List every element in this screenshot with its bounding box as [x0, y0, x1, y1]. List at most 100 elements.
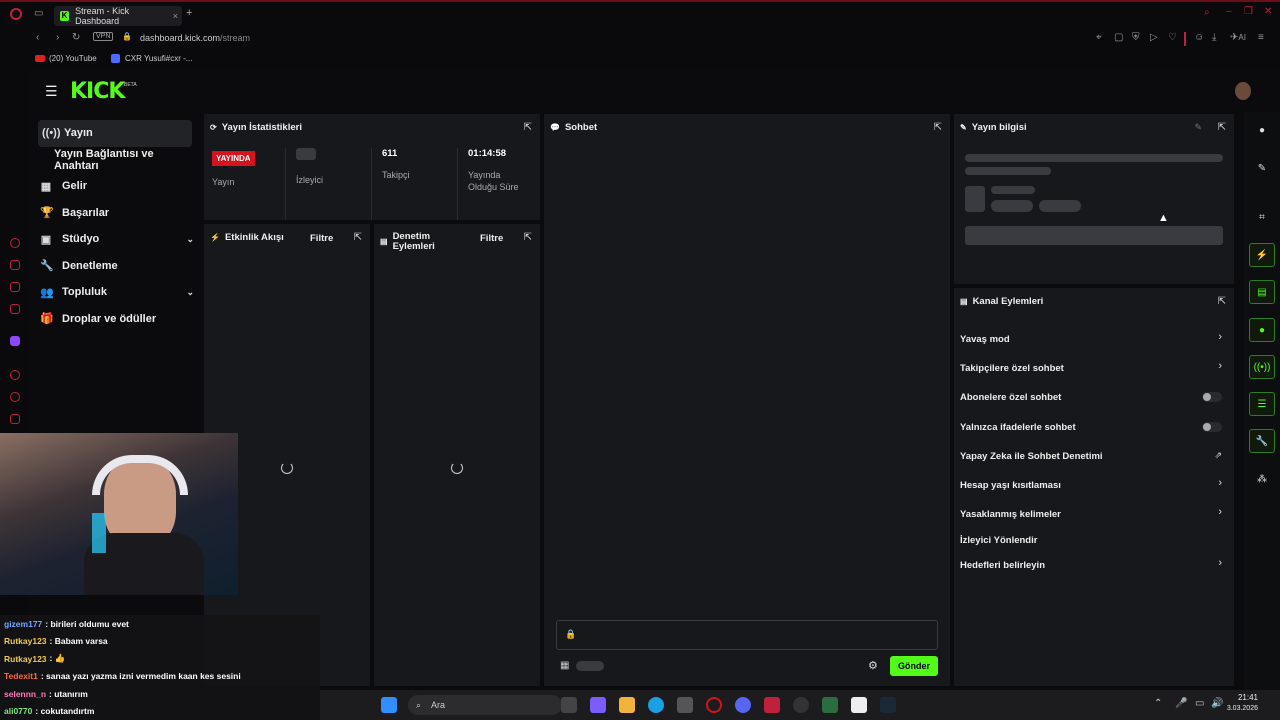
chat-bubble-icon[interactable]: ● [1249, 318, 1275, 342]
sidebar-item-yayin[interactable]: ((•)) Yayın [38, 120, 192, 147]
channel-action-row[interactable]: Hesap yaşı kısıtlaması › [954, 474, 1234, 494]
sidebar-item-droplar[interactable]: 🎁 Droplar ve ödüller [28, 306, 200, 333]
tray-chevron-icon[interactable]: ⌃ [1154, 698, 1162, 709]
channel-action-row[interactable]: Yalnızca ifadelerle sohbet [954, 416, 1234, 436]
toggle-switch[interactable] [1202, 392, 1222, 402]
sidebar-item-topluluk[interactable]: 👥 Topluluk ⌄ [28, 279, 200, 306]
channel-action-row[interactable]: Yavaş mod › [954, 328, 1234, 348]
store-icon[interactable]: ▦ [560, 660, 569, 671]
clock-time[interactable]: 21:41 [1232, 693, 1258, 702]
sidebar-item-stream-key[interactable]: Yayın Bağlantısı ve Anahtarı [28, 147, 200, 174]
reload-icon[interactable]: ↻ [72, 32, 80, 43]
opera-logo-icon[interactable] [10, 8, 22, 20]
lock-icon[interactable]: 🔒 [122, 32, 132, 41]
voicemeeter-icon[interactable] [764, 697, 780, 713]
channel-action-row[interactable]: Yapay Zeka ile Sohbet Denetimi ⇗ [954, 445, 1234, 465]
speed-dial-icon[interactable] [10, 238, 20, 248]
popout-icon[interactable]: ⇱ [934, 122, 942, 133]
edge-icon[interactable] [648, 697, 664, 713]
shield-icon[interactable]: ⛨ [1132, 32, 1140, 43]
task-view-icon[interactable] [561, 697, 577, 713]
channel-action-row[interactable]: Hedefleri belirleyin › [954, 554, 1234, 574]
close-tab-icon[interactable]: × [173, 11, 178, 21]
toggle-switch[interactable] [1202, 422, 1222, 432]
sidebar-item-denetleme[interactable]: 🔧 Denetleme [28, 253, 200, 280]
twitch-icon[interactable] [10, 336, 20, 346]
app-icon[interactable] [822, 697, 838, 713]
edit-icon[interactable]: ✎ [1194, 122, 1202, 133]
activity-filter-button[interactable]: Filtre [310, 233, 333, 244]
aria-ai-icon[interactable]: ✈AI [1230, 32, 1246, 43]
popout-icon[interactable]: ⇱ [354, 232, 362, 243]
url-text[interactable]: dashboard.kick.com/stream [140, 33, 250, 43]
popout-icon[interactable]: ⇱ [1218, 296, 1226, 307]
play-icon[interactable]: ▷ [1150, 32, 1158, 43]
new-tab-button[interactable]: + [186, 7, 192, 19]
menu-icon[interactable]: ≡ [1258, 32, 1264, 43]
lightning-icon[interactable]: ⚡ [1249, 243, 1275, 267]
tab-manager-icon[interactable]: ▭ [34, 8, 43, 19]
sidebar-item-basarilar[interactable]: 🏆 Başarılar [28, 200, 200, 227]
popout-icon[interactable]: ⇱ [524, 232, 532, 243]
kick-logo[interactable]: KICK [70, 79, 125, 104]
popout-icon[interactable]: ⇱ [524, 122, 532, 133]
download-icon[interactable]: ⤓ [1212, 32, 1216, 43]
windows-start-icon[interactable] [381, 697, 397, 713]
channel-action-row[interactable]: Takipçilere özel sohbet › [954, 357, 1234, 377]
forward-icon[interactable]: › [56, 32, 59, 43]
send-button[interactable]: Gönder [890, 656, 938, 676]
community-icon[interactable]: ⁂ [1249, 467, 1275, 491]
discord-icon[interactable] [735, 697, 751, 713]
sidebar-item-studyo[interactable]: ▣ Stüdyo ⌄ [28, 226, 200, 253]
channel-action-row[interactable]: İzleyici Yönlendir [954, 529, 1234, 549]
pencil-icon[interactable]: ✎ [1249, 156, 1275, 180]
chat-input[interactable]: 🔒 [556, 620, 938, 650]
profile-icon[interactable]: ☺ [1194, 32, 1204, 43]
taskbar-search[interactable]: ⌕ Ara [408, 695, 562, 715]
tab-kick-dashboard[interactable]: K Stream - Kick Dashboard × [54, 6, 182, 26]
mail-icon[interactable] [10, 304, 20, 314]
player-icon[interactable] [10, 370, 20, 380]
mic-tray-icon[interactable]: 🎤 [1175, 698, 1187, 709]
mod-actions-filter-button[interactable]: Filtre [480, 233, 503, 244]
bookmark-youtube[interactable]: (20) YouTube [49, 54, 97, 63]
popout-icon[interactable]: ⇱ [1218, 122, 1226, 133]
display-tray-icon[interactable]: ▭ [1195, 698, 1204, 709]
chat-settings-gear-icon[interactable]: ⚙ [868, 659, 878, 672]
pinboard-icon[interactable] [10, 414, 20, 424]
store-icon[interactable] [677, 697, 693, 713]
steam-icon[interactable] [880, 697, 896, 713]
history-icon[interactable] [10, 392, 20, 402]
clock-date[interactable]: 3.03.2026 [1216, 705, 1258, 712]
avatar[interactable] [1235, 82, 1251, 100]
minimize-icon[interactable]: – [1226, 6, 1232, 17]
broadcast-icon[interactable]: ((•)) [1249, 355, 1275, 379]
hamburger-menu-icon[interactable]: ☰ [45, 83, 58, 100]
channel-action-row[interactable]: Yasaklanmış kelimeler › [954, 503, 1234, 523]
sidebar-item-gelir[interactable]: ▦ Gelir [28, 173, 200, 200]
capcut-icon[interactable] [851, 697, 867, 713]
opera-gx-icon[interactable] [706, 697, 722, 713]
layout-icon[interactable]: ☰ [1249, 392, 1275, 416]
wrench-icon[interactable]: 🔧 [1249, 429, 1275, 453]
search-tabs-icon[interactable]: ⌕ [1204, 7, 1210, 18]
close-window-icon[interactable]: ✕ [1264, 6, 1272, 17]
focus-icon[interactable]: ⌗ [1249, 205, 1275, 229]
overlay-chat-line: Rutkay123: Babam varsa [0, 632, 320, 650]
bag-icon[interactable] [10, 260, 20, 270]
screenshot-icon[interactable]: ▢ [1114, 32, 1123, 43]
vpn-badge[interactable]: VPN [93, 32, 114, 41]
channel-action-row[interactable]: Abonelere özel sohbet [954, 386, 1234, 406]
back-icon[interactable]: ‹ [36, 32, 39, 43]
copilot-icon[interactable] [590, 697, 606, 713]
file-explorer-icon[interactable] [619, 697, 635, 713]
obs-icon[interactable] [793, 697, 809, 713]
maximize-icon[interactable]: ❐ [1244, 6, 1253, 17]
heart-icon[interactable]: ♡ [1168, 32, 1177, 43]
messenger-icon[interactable] [10, 282, 20, 292]
bookmark-discord[interactable]: CXR Yusufi#cxr -... [125, 54, 192, 63]
overlay-chat-line: selennn_n: utanırım [0, 685, 320, 703]
snapshot-icon[interactable]: ⌖ [1096, 32, 1102, 43]
mod-log-icon[interactable]: ▤ [1249, 280, 1275, 304]
info-icon[interactable]: ● [1249, 118, 1275, 142]
